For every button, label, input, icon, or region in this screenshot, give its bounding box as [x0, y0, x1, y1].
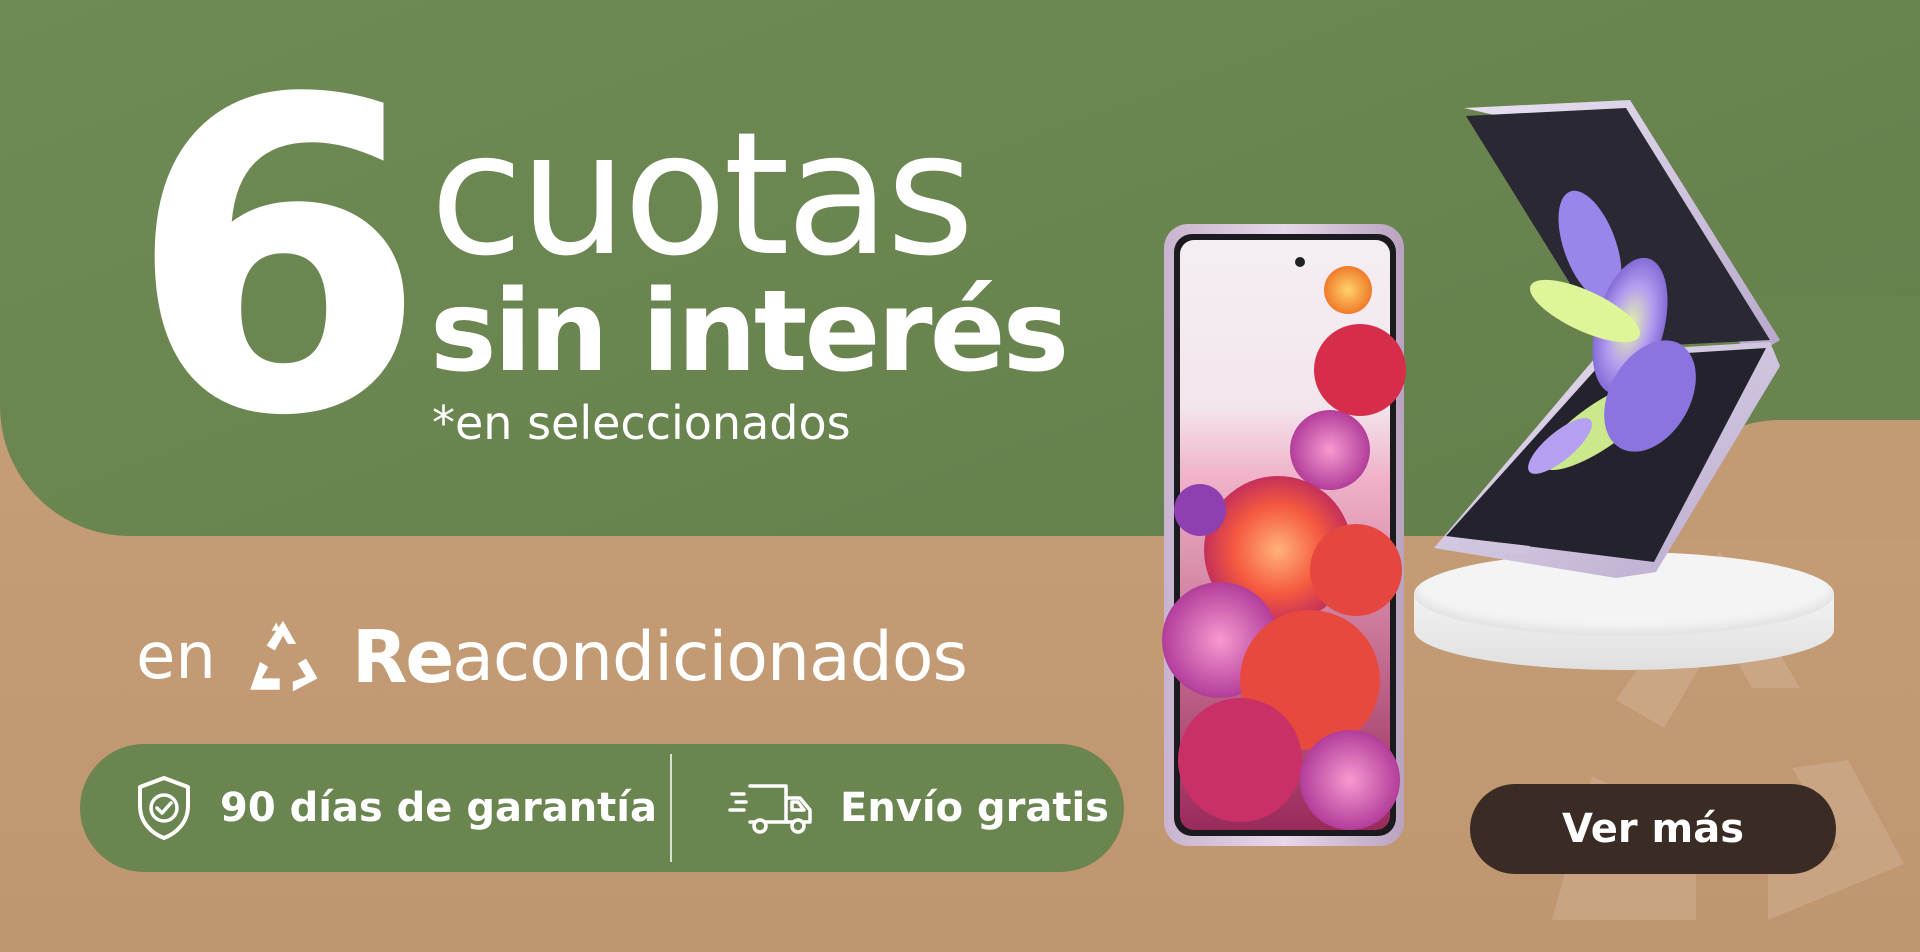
- benefit-warranty: 90 días de garantía: [80, 744, 670, 872]
- delivery-truck-icon: [728, 784, 812, 834]
- brand-line: en Re acondicionados: [136, 612, 968, 702]
- smartphone-image: [1162, 224, 1406, 846]
- benefit-shipping-label: Envío gratis: [840, 785, 1109, 831]
- promo-subheadline: sin interés: [430, 267, 1069, 397]
- brand-name-rest: acondicionados: [452, 617, 968, 697]
- shield-check-icon: [138, 776, 190, 840]
- flip-phone-image: [1434, 100, 1780, 578]
- brand-prefix: en: [136, 620, 216, 694]
- promo-banner[interactable]: 6 cuotas sin interés *en seleccionados e…: [0, 0, 1920, 952]
- brand-name-bold: Re: [351, 615, 454, 699]
- benefits-bar: 90 días de garantía Envío gratis: [80, 744, 1124, 872]
- ver-mas-button[interactable]: Ver más: [1470, 784, 1836, 874]
- benefit-shipping: Envío gratis: [672, 744, 1109, 872]
- recycle-icon: [250, 620, 318, 692]
- promo-headline: cuotas: [430, 96, 975, 294]
- benefit-warranty-label: 90 días de garantía: [220, 785, 657, 831]
- promo-number: 6: [128, 10, 427, 510]
- promo-footnote: *en seleccionados: [432, 396, 851, 450]
